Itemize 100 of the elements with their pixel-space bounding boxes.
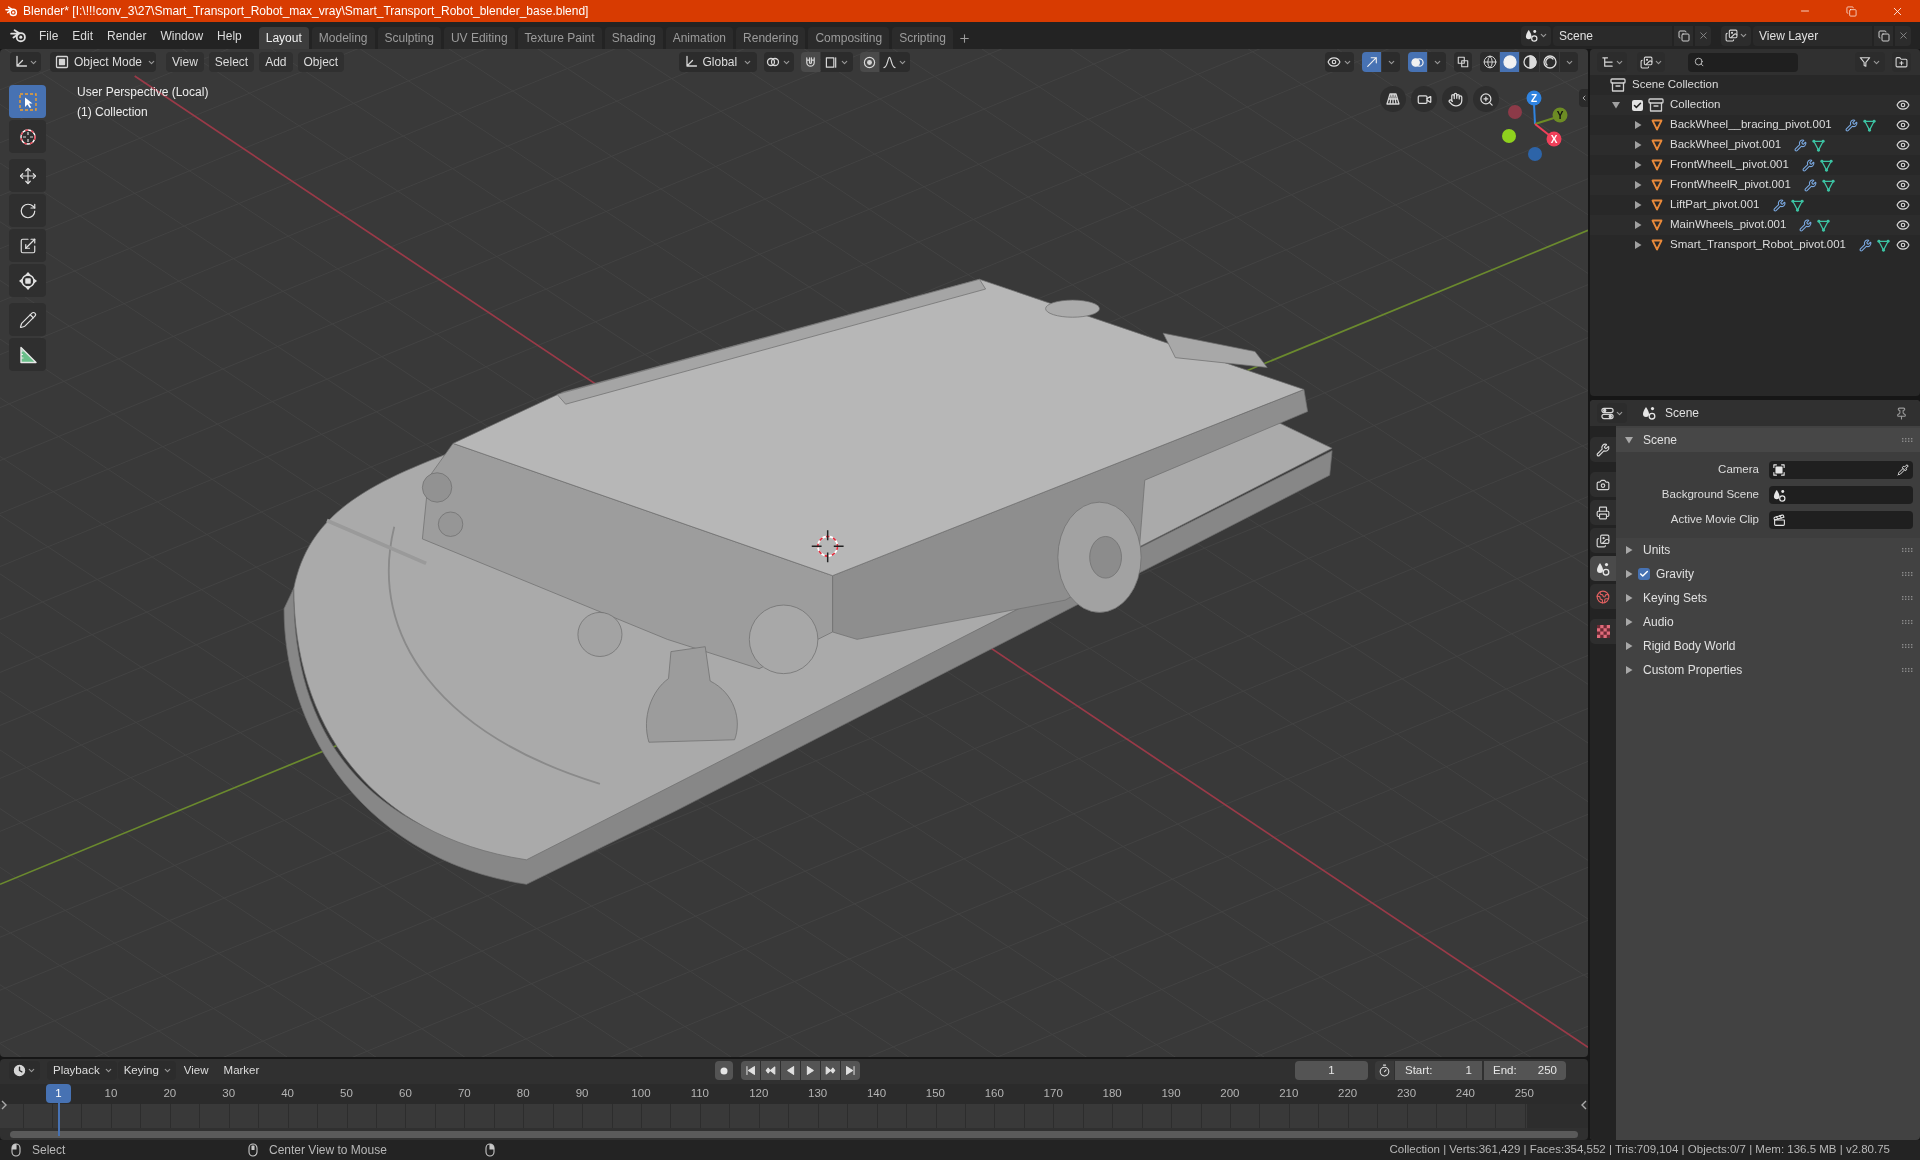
gizmo-toggle[interactable] [1362, 52, 1381, 72]
panel-title[interactable]: Scene [1643, 431, 1678, 449]
workspace-tab[interactable]: Rendering [736, 27, 806, 49]
drag-handle-icon[interactable] [1902, 668, 1913, 672]
triangle-vertices-icon[interactable] [1790, 198, 1804, 212]
properties-tab[interactable] [1590, 472, 1616, 497]
x-axis-handle[interactable]: X [1534, 123, 1562, 147]
chevron-right-icon[interactable] [1, 1100, 7, 1110]
mode-dropdown[interactable]: Object Mode [50, 52, 156, 72]
properties-tab[interactable] [1590, 556, 1616, 581]
playhead[interactable]: 1 [46, 1084, 71, 1136]
camera-field[interactable] [1769, 461, 1913, 479]
properties-tab[interactable] [1590, 500, 1616, 525]
display-mode-dropdown[interactable] [1637, 52, 1665, 72]
eye-icon[interactable] [1896, 98, 1910, 112]
pivot-dropdown[interactable] [763, 52, 794, 72]
disclosure-triangle-icon[interactable] [1634, 121, 1642, 129]
wrench-icon[interactable] [1859, 238, 1872, 252]
editor-type-button[interactable] [1597, 403, 1627, 423]
previous-keyframe-button[interactable] [761, 1061, 780, 1080]
triangle-vertices-icon[interactable] [1817, 218, 1831, 232]
tool-button[interactable] [9, 303, 46, 336]
outliner-item[interactable]: FrontWheelR_pivot.001 [1590, 175, 1920, 195]
triangle-vertices-icon[interactable] [1812, 138, 1826, 152]
selectability-dropdown[interactable] [1325, 52, 1354, 72]
disclosure-triangle-icon[interactable] [1625, 546, 1633, 554]
zoom-view-button[interactable] [1473, 86, 1499, 112]
wrench-icon[interactable] [1799, 218, 1813, 232]
eyedropper-icon[interactable] [1897, 464, 1909, 476]
search-field[interactable] [1688, 52, 1798, 72]
workspace-tab[interactable]: Animation [665, 27, 734, 49]
disclosure-triangle-icon[interactable] [1625, 570, 1633, 578]
camera-view-button[interactable] [1411, 86, 1437, 112]
new-collection-button[interactable] [1892, 52, 1911, 72]
sidebar-toggle-tab[interactable] [1579, 89, 1588, 107]
triangle-vertices-icon[interactable] [1819, 158, 1833, 172]
pin-icon[interactable] [1895, 406, 1908, 420]
clip-field[interactable] [1769, 511, 1913, 529]
disclosure-triangle-icon[interactable] [1634, 201, 1642, 209]
snap-target-dropdown[interactable] [820, 52, 853, 72]
xray-toggle[interactable] [1454, 52, 1472, 72]
wrench-icon[interactable] [1844, 118, 1858, 132]
preview-range-toggle[interactable] [1375, 1061, 1394, 1080]
y-axis-handle[interactable]: Y [1534, 107, 1568, 125]
workspace-tab[interactable]: Scripting [892, 27, 953, 49]
tool-button[interactable] [9, 194, 46, 227]
menu-item[interactable]: Select [208, 52, 255, 72]
wrench-icon[interactable] [1801, 158, 1815, 172]
properties-tab[interactable] [1590, 528, 1616, 553]
next-keyframe-button[interactable] [821, 1061, 840, 1080]
remove-button[interactable] [1895, 25, 1911, 46]
scene-browse-button[interactable] [1521, 25, 1551, 46]
menu-item[interactable]: Render [100, 25, 154, 46]
menu-item[interactable]: Window [153, 25, 211, 46]
shading-mode-button[interactable] [1520, 52, 1539, 72]
outliner-item[interactable]: Collection [1590, 95, 1920, 115]
eye-icon[interactable] [1896, 158, 1910, 172]
menu-item[interactable]: Add [259, 52, 293, 72]
tool-button[interactable] [9, 85, 46, 118]
editor-type-button[interactable] [9, 1061, 40, 1080]
disclosure-triangle-icon[interactable] [1634, 221, 1642, 229]
drag-handle-icon[interactable] [1902, 572, 1913, 576]
properties-tab[interactable] [1590, 437, 1616, 462]
menu-item[interactable]: View [176, 1061, 216, 1080]
properties-tab[interactable] [1590, 619, 1616, 644]
negative-z-axis-handle[interactable] [1528, 147, 1542, 161]
falloff-dropdown[interactable] [879, 52, 910, 72]
disclosure-triangle-icon[interactable] [1634, 141, 1642, 149]
workspace-tab[interactable]: Texture Paint [517, 27, 602, 49]
eye-icon[interactable] [1896, 218, 1910, 232]
triangle-vertices-icon[interactable] [1821, 178, 1835, 192]
chevron-left-icon[interactable] [1581, 1100, 1587, 1110]
workspace-tab[interactable]: UV Editing [443, 27, 515, 49]
orientation-dropdown[interactable]: Global [678, 52, 757, 72]
panel-title[interactable]: Custom Properties [1643, 661, 1743, 679]
checkbox[interactable] [1632, 99, 1643, 111]
panel-title[interactable]: Rigid Body World [1643, 637, 1736, 655]
menu-item[interactable]: Marker [216, 1061, 267, 1080]
disclosure-triangle-icon[interactable] [1612, 101, 1620, 109]
pan-view-button[interactable] [1442, 86, 1468, 112]
shading-mode-button[interactable] [1480, 52, 1499, 72]
wrench-icon[interactable] [1803, 178, 1817, 192]
proportional-editing-toggle[interactable] [859, 52, 879, 72]
menu-item[interactable]: Edit [65, 25, 101, 46]
timeline-scrollbar[interactable] [10, 1130, 1578, 1138]
panel-title[interactable]: Units [1643, 541, 1671, 559]
shading-mode-button[interactable] [1540, 52, 1559, 72]
panel-title[interactable]: Gravity [1656, 565, 1694, 583]
drag-handle-icon[interactable] [1902, 596, 1913, 600]
eye-icon[interactable] [1896, 118, 1910, 132]
scene-name-field[interactable]: Scene [1553, 25, 1672, 46]
view-layer-browse-button[interactable] [1721, 25, 1751, 46]
tool-button[interactable] [9, 159, 46, 192]
wrench-icon[interactable] [1794, 138, 1808, 152]
disclosure-triangle-icon[interactable] [1625, 618, 1633, 626]
eye-icon[interactable] [1896, 178, 1910, 192]
drag-handle-icon[interactable] [1902, 620, 1913, 624]
play-button[interactable] [801, 1061, 820, 1080]
menu-item[interactable]: File [32, 25, 66, 46]
panel-title[interactable]: Keying Sets [1643, 589, 1708, 607]
